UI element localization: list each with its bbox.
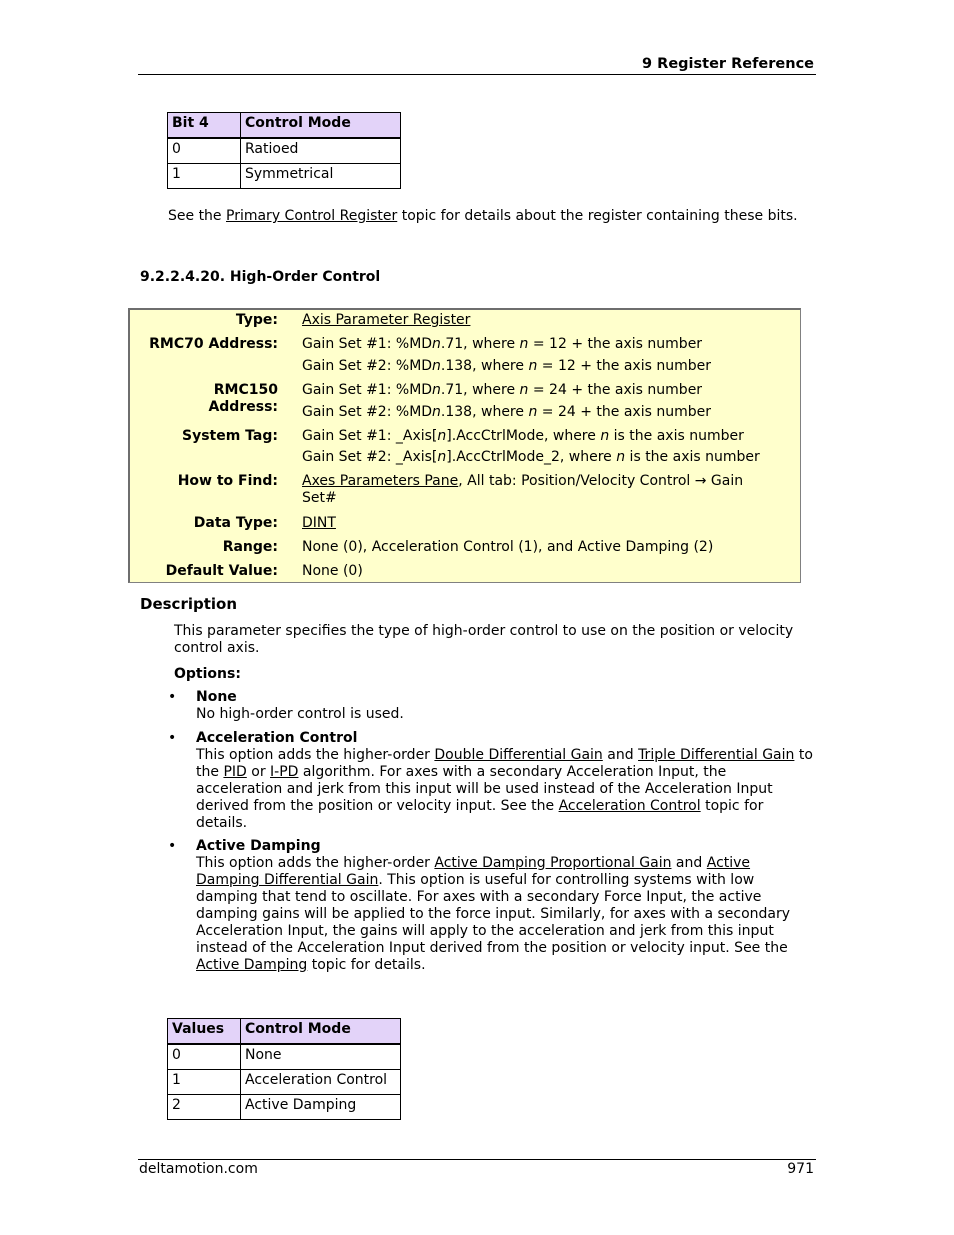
values-table: Values Control Mode 0 None 1 Acceleratio… [167, 1018, 401, 1120]
table-cell: 1 [167, 163, 241, 189]
table-cell: Ratioed [240, 137, 401, 164]
option-title: Acceleration Control [196, 730, 358, 746]
option-acceleration-control: Acceleration Control This option adds th… [196, 730, 813, 831]
page-number: 971 [787, 1161, 814, 1177]
register-info-box: Type: Axis Parameter Register RMC70 Addr… [128, 308, 801, 583]
option-text: No high-order control is used. [196, 706, 404, 722]
table-cell: 1 [167, 1069, 241, 1095]
table-row: 1 Acceleration Control [167, 1069, 401, 1095]
table-cell: 0 [167, 137, 241, 164]
register-value: Axes Parameters Pane, All tab: Position/… [302, 473, 744, 506]
table-cell: Acceleration Control [240, 1069, 401, 1095]
active-damping-link[interactable]: Active Damping [196, 957, 307, 973]
table-row: 1 Symmetrical [167, 163, 401, 189]
double-differential-gain-link[interactable]: Double Differential Gain [434, 747, 602, 763]
footer-site: deltamotion.com [139, 1161, 258, 1177]
table-header-cell: Control Mode [240, 112, 401, 139]
see-note-prefix: See the [168, 208, 226, 224]
document-page: 9 Register Reference Bit 4 Control Mode … [0, 0, 954, 1235]
section-title: 9.2.2.4.20. High-Order Control [140, 269, 381, 285]
table-header-cell: Values [167, 1018, 241, 1045]
register-value: Gain Set #1: %MDn.71, where n = 24 + the… [302, 382, 711, 420]
register-value: Gain Set #1: _Axis[n].AccCtrlMode, where… [302, 428, 760, 465]
options-heading: Options: [174, 666, 241, 682]
register-value: DINT [302, 515, 792, 532]
see-note: See the Primary Control Register topic f… [168, 208, 798, 224]
option-title: None [196, 689, 237, 705]
register-value: Gain Set #1: %MDn.71, where n = 12 + the… [302, 336, 711, 374]
axis-parameter-register-link[interactable]: Axis Parameter Register [302, 312, 470, 328]
chapter-header: 9 Register Reference [642, 56, 814, 72]
footer-rule [138, 1159, 816, 1160]
table-cell: 0 [167, 1043, 241, 1070]
table-header-cell: Control Mode [240, 1018, 401, 1045]
table-header-row: Values Control Mode [167, 1018, 401, 1045]
table-header-cell: Bit 4 [167, 112, 241, 139]
table-cell: None [240, 1043, 401, 1070]
acceleration-control-link[interactable]: Acceleration Control [559, 798, 701, 814]
table-cell: Active Damping [240, 1094, 401, 1120]
table-row: 2 Active Damping [167, 1094, 401, 1120]
active-damping-proportional-gain-link[interactable]: Active Damping Proportional Gain [434, 855, 671, 871]
dint-link[interactable]: DINT [302, 515, 336, 531]
register-label: RMC150 Address: [208, 382, 278, 415]
option-active-damping: Active Damping This option adds the high… [196, 838, 791, 973]
register-value: None (0) [302, 563, 363, 579]
table-row: 0 None [167, 1043, 401, 1070]
description-intro: This parameter specifies the type of hig… [174, 623, 794, 656]
bullet-icon: • [168, 838, 177, 854]
table-header-row: Bit 4 Control Mode [167, 112, 401, 139]
axes-parameters-pane-link[interactable]: Axes Parameters Pane [302, 473, 458, 489]
register-label: Range: [222, 539, 278, 555]
table-cell: 2 [167, 1094, 241, 1120]
register-label: RMC70 Address: [149, 336, 278, 352]
register-label: System Tag: [181, 428, 278, 444]
register-label: Data Type: [193, 515, 278, 531]
header-rule [138, 74, 816, 75]
register-value: Axis Parameter Register [302, 312, 792, 329]
see-note-suffix: topic for details about the register con… [397, 208, 798, 224]
register-label: Default Value: [165, 563, 278, 579]
bullet-icon: • [168, 730, 177, 746]
pid-link[interactable]: PID [223, 764, 246, 780]
bullet-icon: • [168, 689, 177, 705]
table-row: 0 Ratioed [167, 137, 401, 164]
register-label: How to Find: [177, 473, 278, 489]
bit-table: Bit 4 Control Mode 0 Ratioed 1 Symmetric… [167, 112, 401, 189]
i-pd-link[interactable]: I-PD [270, 764, 298, 780]
triple-differential-gain-link[interactable]: Triple Differential Gain [638, 747, 794, 763]
register-label: Type: [235, 312, 278, 328]
table-cell: Symmetrical [240, 163, 401, 189]
option-title: Active Damping [196, 838, 321, 854]
primary-control-register-link[interactable]: Primary Control Register [226, 208, 397, 224]
description-heading: Description [140, 595, 238, 613]
register-value: None (0), Acceleration Control (1), and … [302, 539, 714, 555]
option-none: None No high-order control is used. [196, 689, 816, 723]
